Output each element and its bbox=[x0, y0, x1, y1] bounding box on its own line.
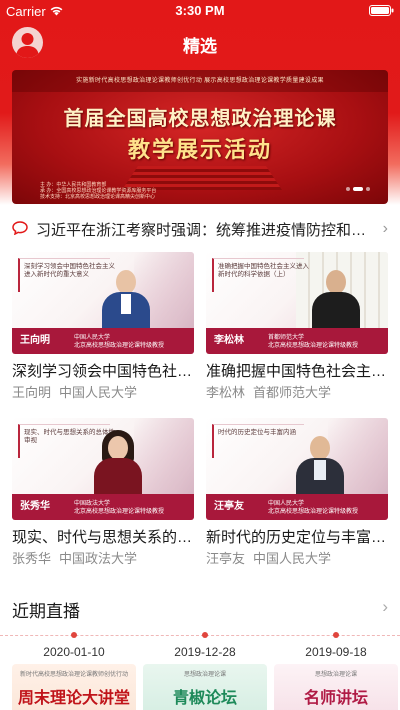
school-name: 中国政法大学 bbox=[59, 551, 138, 566]
status-bar: Carrier 3:30 PM bbox=[0, 0, 400, 22]
teacher-name: 张秀华 bbox=[12, 551, 52, 566]
live-date: 2020-01-10 bbox=[43, 645, 105, 659]
featured-banner[interactable]: 实施新时代高校思想政治理论课教师创优行动 展示高校思想政治理论课教学质量建设成果… bbox=[12, 70, 388, 204]
thumbnail-lecturer-name: 汪亭友 bbox=[214, 501, 244, 512]
thumbnail-lecturer-name: 李松林 bbox=[214, 335, 244, 346]
thumbnail-lecturer-name: 张秀华 bbox=[20, 501, 50, 512]
lecturer-photo bbox=[290, 434, 350, 498]
live-card[interactable]: 新时代高校思想政治理论课教师创优行动 周末理论大讲堂 bbox=[12, 664, 136, 710]
course-title: 准确把握中国特色社会主义进入新时代 bbox=[206, 363, 388, 380]
course-meta: 汪亭友 中国人民大学 bbox=[206, 548, 388, 567]
page-dot bbox=[346, 187, 350, 191]
course-thumbnail: 深刻学习领会中国特色社会主义进入新时代的重大意义 王向明 中国人民大学 北京高校… bbox=[12, 252, 194, 354]
live-card-subtitle: 新时代高校思想政治理论课教师创优行动 bbox=[19, 672, 128, 678]
banner-page-indicator bbox=[343, 178, 370, 196]
course-title: 深刻学习领会中国特色社会主义 bbox=[12, 363, 194, 380]
banner-title-line2: 教学展示活动 bbox=[127, 137, 272, 163]
news-headline: 习近平在浙江考察时强调：统筹推进疫情防控和经济社会发展工作 bbox=[36, 222, 376, 239]
thumbnail-lecturer-title: 中国政法大学 北京高校思想政治理论课特级教授 bbox=[74, 501, 165, 515]
course-meta: 王向明 中国人民大学 bbox=[12, 382, 194, 401]
timeline-dot bbox=[202, 632, 208, 638]
live-date: 2019-09-18 bbox=[305, 645, 367, 659]
school-name: 中国人民大学 bbox=[59, 385, 138, 400]
battery-icon bbox=[369, 5, 394, 16]
live-card[interactable]: 思想政治理论课 青椒论坛 bbox=[143, 664, 267, 710]
live-card-headline: 名师讲坛 bbox=[303, 688, 368, 707]
banner-title-line1: 首届全国高校思想政治理论课 bbox=[63, 106, 337, 130]
news-ticker[interactable]: 习近平在浙江考察时强调：统筹推进疫情防控和经济社会发展工作 › bbox=[0, 214, 400, 242]
course-title: 新时代的历史定位与丰富内涵 bbox=[206, 529, 388, 546]
status-time: 3:30 PM bbox=[175, 3, 225, 18]
live-card-subtitle: 思想政治理论课 bbox=[183, 672, 226, 678]
section-title: 近期直播 bbox=[12, 602, 80, 621]
nav-bar: 精选 bbox=[0, 22, 400, 62]
lecturer-photo bbox=[96, 266, 156, 332]
screen: Carrier 3:30 PM 精选 实施新时代高校思想政治理论课教师创优行动 … bbox=[0, 0, 400, 710]
course-meta: 张秀华 中国政法大学 bbox=[12, 548, 194, 567]
page-title: 精选 bbox=[183, 37, 217, 56]
chevron-right-icon: › bbox=[382, 220, 388, 237]
thumbnail-lecturer-title: 中国人民大学 北京高校思想政治理论课特级教授 bbox=[268, 501, 359, 515]
live-card-headline: 青椒论坛 bbox=[172, 688, 237, 707]
live-date: 2019-12-28 bbox=[174, 645, 236, 659]
course-thumbnail: 准确把握中国特色社会主义进入新时代的科学依据（上） 李松林 首都师范大学 北京高… bbox=[206, 252, 388, 354]
live-card-subtitle: 思想政治理论课 bbox=[314, 672, 357, 678]
school-name: 首都师范大学 bbox=[253, 385, 332, 400]
teacher-name: 王向明 bbox=[12, 385, 52, 400]
teacher-name: 李松林 bbox=[206, 385, 246, 400]
thumbnail-caption: 准确把握中国特色社会主义进入新时代的科学依据（上） bbox=[218, 262, 309, 278]
live-card-headline: 周末理论大讲堂 bbox=[17, 688, 130, 707]
page-dot bbox=[366, 187, 370, 191]
lecturer-photo bbox=[306, 266, 366, 332]
chat-bubble-icon bbox=[12, 221, 28, 235]
banner-footer: 主 办：中华人民共和国教育部 承 办：全国高校思想政治理论课教学资源库服务平台 … bbox=[40, 182, 156, 200]
course-thumbnail: 时代的历史定位与丰富内涵 汪亭友 中国人民大学 北京高校思想政治理论课特级教授 bbox=[206, 418, 388, 520]
banner-subtitle: 实施新时代高校思想政治理论课教师创优行动 展示高校思想政治理论课教学质量建设成果 bbox=[76, 78, 324, 84]
live-card[interactable]: 思想政治理论课 名师讲坛 bbox=[274, 664, 398, 710]
thumbnail-lecturer-title: 首都师范大学 北京高校思想政治理论课特级教授 bbox=[268, 335, 359, 349]
banner-footer-line: 技术支持：北京高校思想政治理论课高精尖创新中心 bbox=[40, 194, 156, 200]
thumbnail-lecturer-title: 中国人民大学 北京高校思想政治理论课特级教授 bbox=[74, 335, 165, 349]
school-name: 中国人民大学 bbox=[253, 551, 332, 566]
chevron-right-icon: › bbox=[382, 597, 388, 616]
timeline-dot bbox=[71, 632, 77, 638]
timeline-dot bbox=[333, 632, 339, 638]
page-dot-active bbox=[353, 187, 363, 191]
course-thumbnail: 现实、时代与思想关系的总体性审视 张秀华 中国政法大学 北京高校思想政治理论课特… bbox=[12, 418, 194, 520]
course-meta: 李松林 首都师范大学 bbox=[206, 382, 388, 401]
timeline-line bbox=[0, 635, 400, 637]
teacher-name: 汪亭友 bbox=[206, 551, 246, 566]
course-title: 现实、时代与思想关系的总体性审视 bbox=[12, 529, 194, 546]
thumbnail-lecturer-name: 王向明 bbox=[20, 335, 50, 346]
live-section-header[interactable]: 近期直播 › bbox=[0, 594, 400, 621]
lecturer-photo bbox=[88, 430, 148, 498]
